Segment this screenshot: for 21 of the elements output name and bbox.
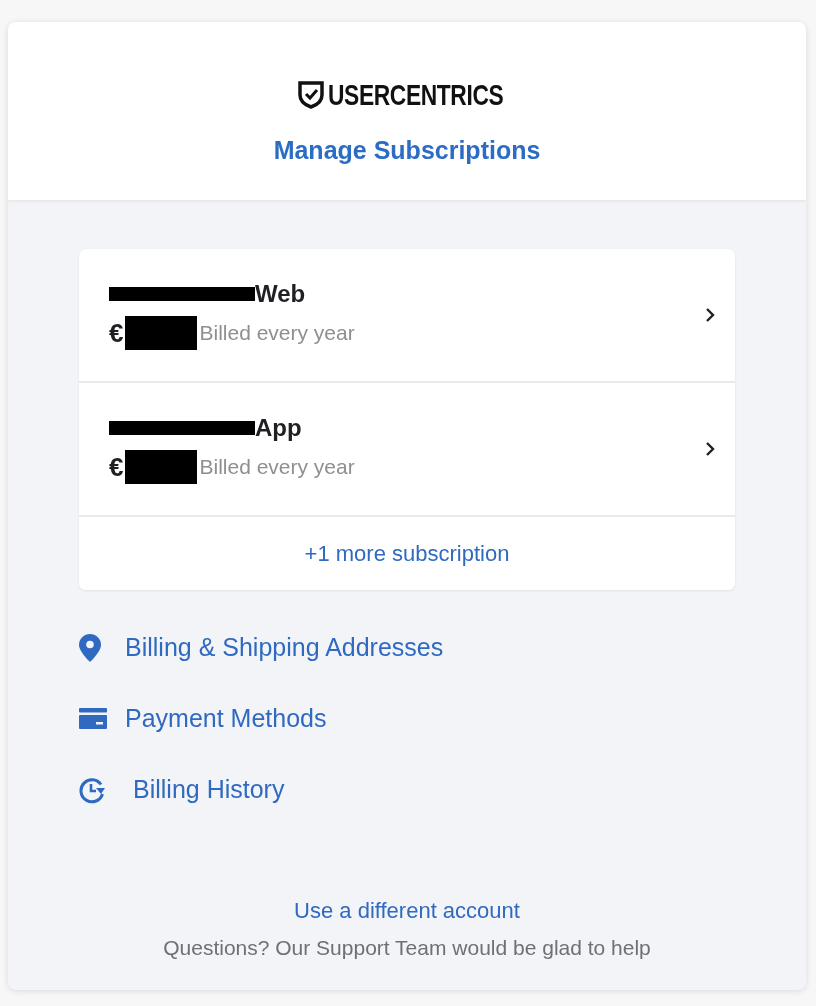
chevron-right-icon (705, 441, 715, 457)
nav-link[interactable]: Billing & Shipping Addresses (125, 633, 444, 662)
chevron-right-icon (705, 307, 715, 323)
billing-period: Billed every year (199, 455, 355, 479)
currency-symbol: € (109, 317, 124, 349)
subscription-name: App (255, 414, 302, 442)
shield-check-icon (297, 81, 324, 109)
subscription-row[interactable]: Web € Billed every year (79, 249, 735, 383)
billing-period: Billed every year (199, 321, 355, 345)
currency-symbol: € (109, 451, 124, 483)
subscription-name: Web (255, 280, 306, 308)
location-pin-icon (79, 633, 101, 662)
page-title: Manage Subscriptions (273, 136, 541, 165)
credit-card-icon (79, 708, 107, 729)
support-text: Questions? Our Support Team would be glad to help (163, 936, 651, 960)
nav-link[interactable]: Billing History (133, 775, 285, 804)
nav-link[interactable]: Payment Methods (125, 704, 327, 733)
switch-account-link[interactable]: Use a different account (294, 898, 520, 924)
history-icon (79, 775, 108, 804)
more-subscriptions-button[interactable]: +1 more subscription (79, 517, 735, 590)
logo-text: USERCENTRICS (327, 80, 503, 110)
